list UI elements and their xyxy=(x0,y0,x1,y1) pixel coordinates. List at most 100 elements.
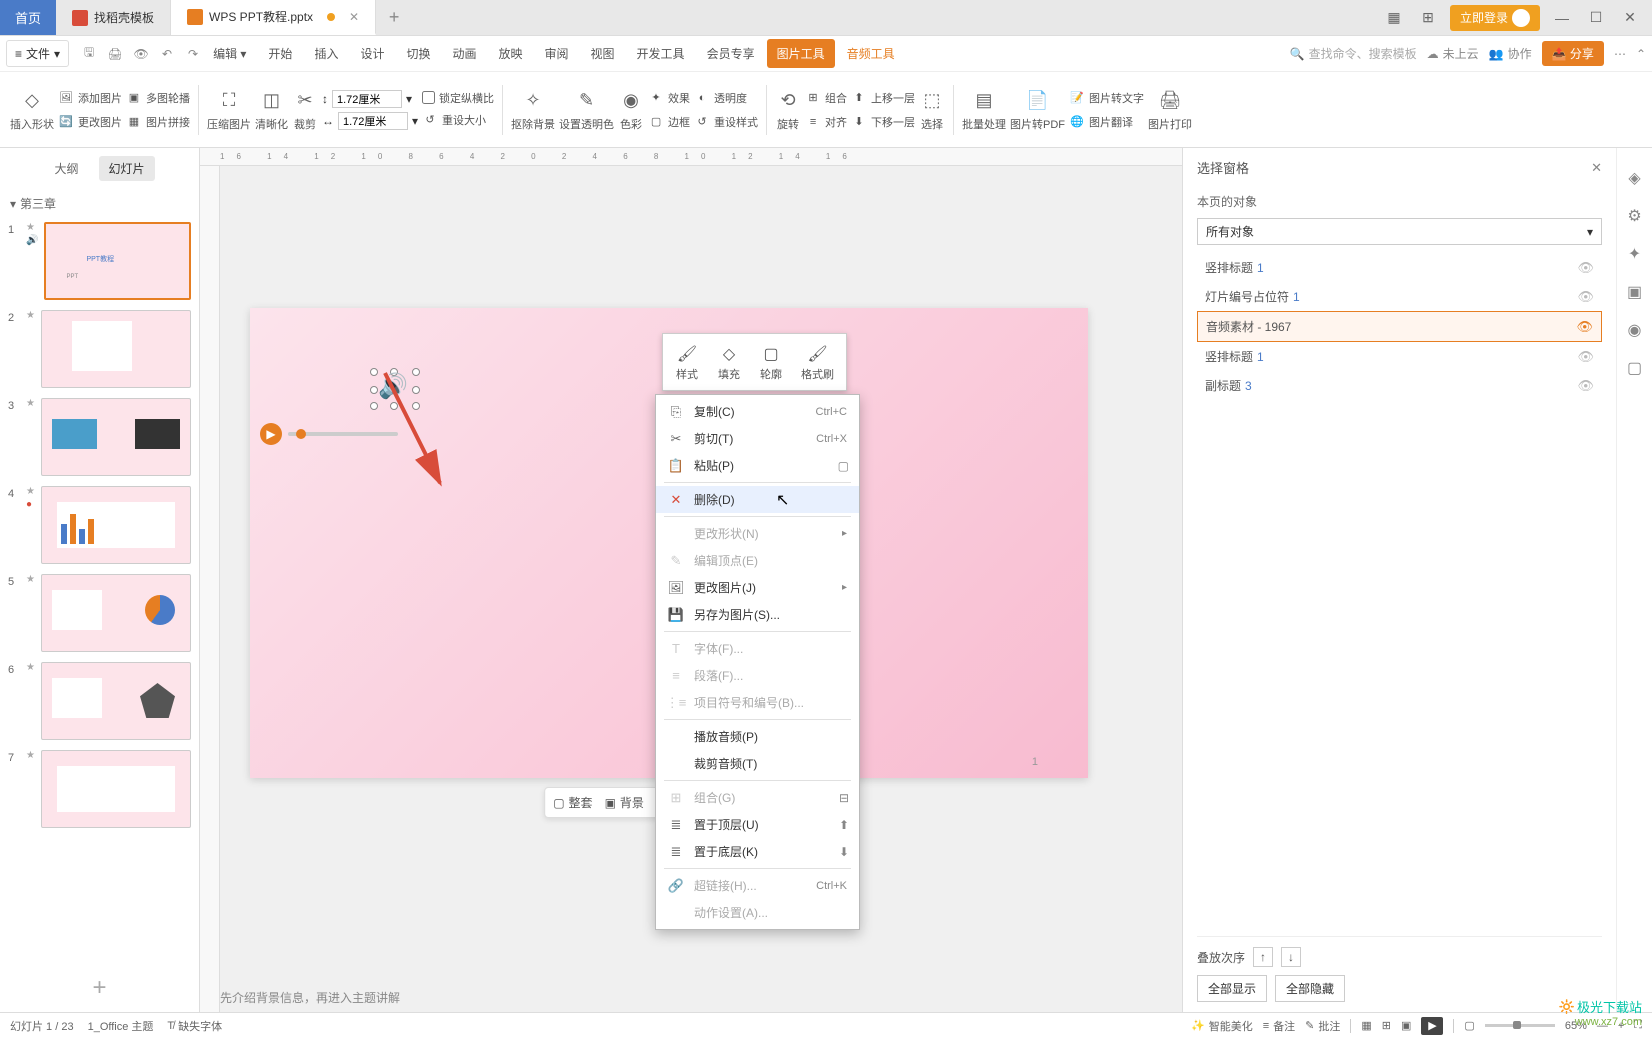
login-button[interactable]: 立即登录 xyxy=(1450,5,1540,31)
home-tab[interactable]: 首页 xyxy=(0,0,56,35)
transparent-color-button[interactable]: ✎设置透明色 xyxy=(559,88,614,132)
align-button[interactable]: ≡对齐 xyxy=(805,112,847,132)
menu-insert[interactable]: 插入 xyxy=(304,39,348,68)
slide-counter[interactable]: 幻灯片 1 / 23 xyxy=(10,1018,74,1034)
side-settings-icon[interactable]: ⚙ xyxy=(1627,206,1641,226)
side-diamond-icon[interactable]: ◈ xyxy=(1628,168,1640,188)
minimize-button[interactable]: — xyxy=(1550,6,1574,30)
menu-design[interactable]: 设计 xyxy=(350,39,394,68)
apps-icon[interactable]: ⊞ xyxy=(1416,6,1440,30)
st-set[interactable]: ▢整套 xyxy=(553,794,592,811)
object-item-selected[interactable]: 音频素材 - 1967👁 xyxy=(1197,311,1602,342)
slide-thumbnail-5[interactable] xyxy=(41,574,191,652)
visibility-icon[interactable]: 👁 xyxy=(1577,378,1594,394)
to-text-button[interactable]: 📝图片转文字 xyxy=(1069,88,1144,108)
height-input[interactable] xyxy=(332,90,402,108)
zoom-out-icon[interactable]: ▢ xyxy=(1464,1019,1474,1032)
move-up-button[interactable]: ⬆上移一层 xyxy=(851,88,915,108)
missing-font-indicator[interactable]: T̸缺失字体 xyxy=(167,1018,222,1034)
comments-button[interactable]: ✎批注 xyxy=(1305,1018,1340,1034)
notes-text[interactable]: 先介绍背景信息，再进入主题讲解 xyxy=(220,989,400,1006)
chapter-header[interactable]: ▾第三章 xyxy=(0,189,199,218)
menu-audio-tools[interactable]: 音频工具 xyxy=(837,39,905,68)
ft-style[interactable]: 🖌样式 xyxy=(667,338,707,386)
transparency-button[interactable]: ◐透明度 xyxy=(694,88,758,108)
menu-picture-tools[interactable]: 图片工具 xyxy=(767,39,835,68)
preview-icon[interactable]: 👁 xyxy=(131,44,151,64)
cm-cut[interactable]: ✂剪切(T)Ctrl+X xyxy=(656,425,859,452)
move-down-button[interactable]: ⬇下移一层 xyxy=(851,112,915,132)
view-sorter-icon[interactable]: ⊞ xyxy=(1382,1019,1391,1032)
menu-view[interactable]: 视图 xyxy=(581,39,625,68)
effect-button[interactable]: ✦效果 xyxy=(648,88,690,108)
menu-transition[interactable]: 切换 xyxy=(396,39,440,68)
close-pane-icon[interactable]: ✕ xyxy=(1591,160,1602,176)
redo-icon[interactable]: ↷ xyxy=(183,44,203,64)
cm-play-audio[interactable]: 播放音频(P) xyxy=(656,723,859,750)
cm-paste[interactable]: 📋粘贴(P)▢ xyxy=(656,452,859,479)
cm-bring-front[interactable]: ≣置于顶层(U)⬆ xyxy=(656,811,859,838)
move-up-order[interactable]: ↑ xyxy=(1253,947,1273,967)
combine-button[interactable]: ⊞组合 xyxy=(805,88,847,108)
cm-send-back[interactable]: ≣置于底层(K)⬇ xyxy=(656,838,859,865)
reset-size-button[interactable]: ↺重设大小 xyxy=(422,110,494,130)
border-button[interactable]: ▢边框 xyxy=(648,112,690,132)
reset-style-button[interactable]: ↺重设样式 xyxy=(694,112,758,132)
show-all-button[interactable]: 全部显示 xyxy=(1197,975,1267,1002)
clarify-button[interactable]: ◫清晰化 xyxy=(255,88,288,132)
view-reading-icon[interactable]: ▣ xyxy=(1401,1019,1411,1032)
tab-close-icon[interactable]: ✕ xyxy=(349,10,359,24)
slide-thumbnail-3[interactable] xyxy=(41,398,191,476)
close-button[interactable]: ✕ xyxy=(1618,6,1642,30)
theme-indicator[interactable]: 1_Office 主题 xyxy=(88,1018,154,1034)
visibility-icon[interactable]: 👁 xyxy=(1577,349,1594,365)
new-tab-button[interactable]: + xyxy=(376,0,412,35)
slides-tab[interactable]: 幻灯片 xyxy=(99,156,155,181)
visibility-icon[interactable]: 👁 xyxy=(1576,319,1593,335)
color-button[interactable]: ◉色彩 xyxy=(618,88,644,132)
document-tab[interactable]: WPS PPT教程.pptx ✕ xyxy=(171,0,376,35)
share-button[interactable]: 📤 分享 xyxy=(1542,41,1604,66)
multi-outline-button[interactable]: ▣多图轮播 xyxy=(126,88,190,108)
front-opt-icon[interactable]: ⬆ xyxy=(839,818,849,832)
audio-track[interactable] xyxy=(288,432,398,436)
cm-delete[interactable]: ✕删除(D) xyxy=(656,486,859,513)
move-down-order[interactable]: ↓ xyxy=(1281,947,1301,967)
object-item[interactable]: 竖排标题1👁 xyxy=(1197,253,1602,282)
cloud-status[interactable]: ☁ 未上云 xyxy=(1427,45,1479,62)
remove-bg-button[interactable]: ✧抠除背景 xyxy=(511,88,555,132)
menu-review[interactable]: 审阅 xyxy=(535,39,579,68)
select-button[interactable]: ⬚选择 xyxy=(919,88,945,132)
undo-icon[interactable]: ↶ xyxy=(157,44,177,64)
slide-thumbnail-4[interactable] xyxy=(41,486,191,564)
add-slide-button[interactable]: + xyxy=(0,964,199,1012)
view-normal-icon[interactable]: ▦ xyxy=(1361,1019,1371,1032)
zoom-slider[interactable] xyxy=(1485,1024,1555,1027)
slide-thumbnail-2[interactable] xyxy=(41,310,191,388)
object-item[interactable]: 竖排标题1👁 xyxy=(1197,342,1602,371)
slide-thumbnail-7[interactable] xyxy=(41,750,191,828)
collapse-ribbon-icon[interactable]: ⌃ xyxy=(1636,47,1646,61)
cm-copy[interactable]: ⎘复制(C)Ctrl+C xyxy=(656,398,859,425)
batch-button[interactable]: ▤批量处理 xyxy=(962,88,1006,132)
side-doc-icon[interactable]: ▢ xyxy=(1627,358,1642,378)
paste-options-icon[interactable]: ▢ xyxy=(838,459,849,473)
menu-devtools[interactable]: 开发工具 xyxy=(627,39,695,68)
menu-slideshow[interactable]: 放映 xyxy=(489,39,533,68)
slide-thumbnail-1[interactable]: PPT教程PPT xyxy=(44,222,191,300)
insert-shape-button[interactable]: ◇ 插入形状 xyxy=(10,88,54,132)
print-quick-icon[interactable]: 🖨 xyxy=(105,44,125,64)
ft-fill[interactable]: ◇填充 xyxy=(709,338,749,386)
cm-change-pic[interactable]: 🖼更改图片(J)▸ xyxy=(656,574,859,601)
back-opt-icon[interactable]: ⬇ xyxy=(839,845,849,859)
file-menu[interactable]: ≡ 文件 ▾ xyxy=(6,40,69,67)
object-filter-dropdown[interactable]: 所有对象▾ xyxy=(1197,218,1602,245)
rotate-button[interactable]: ⟲旋转 xyxy=(775,88,801,132)
outline-tab[interactable]: 大纲 xyxy=(44,156,88,181)
search-input[interactable]: 🔍 查找命令、搜索模板 xyxy=(1290,45,1417,62)
menu-animation[interactable]: 动画 xyxy=(442,39,486,68)
template-tab[interactable]: 找稻壳模板 xyxy=(56,0,171,35)
compress-button[interactable]: ⛶压缩图片 xyxy=(207,88,251,132)
slideshow-button[interactable]: ▶ xyxy=(1421,1017,1443,1035)
collab-button[interactable]: 👥 协作 xyxy=(1489,45,1532,62)
